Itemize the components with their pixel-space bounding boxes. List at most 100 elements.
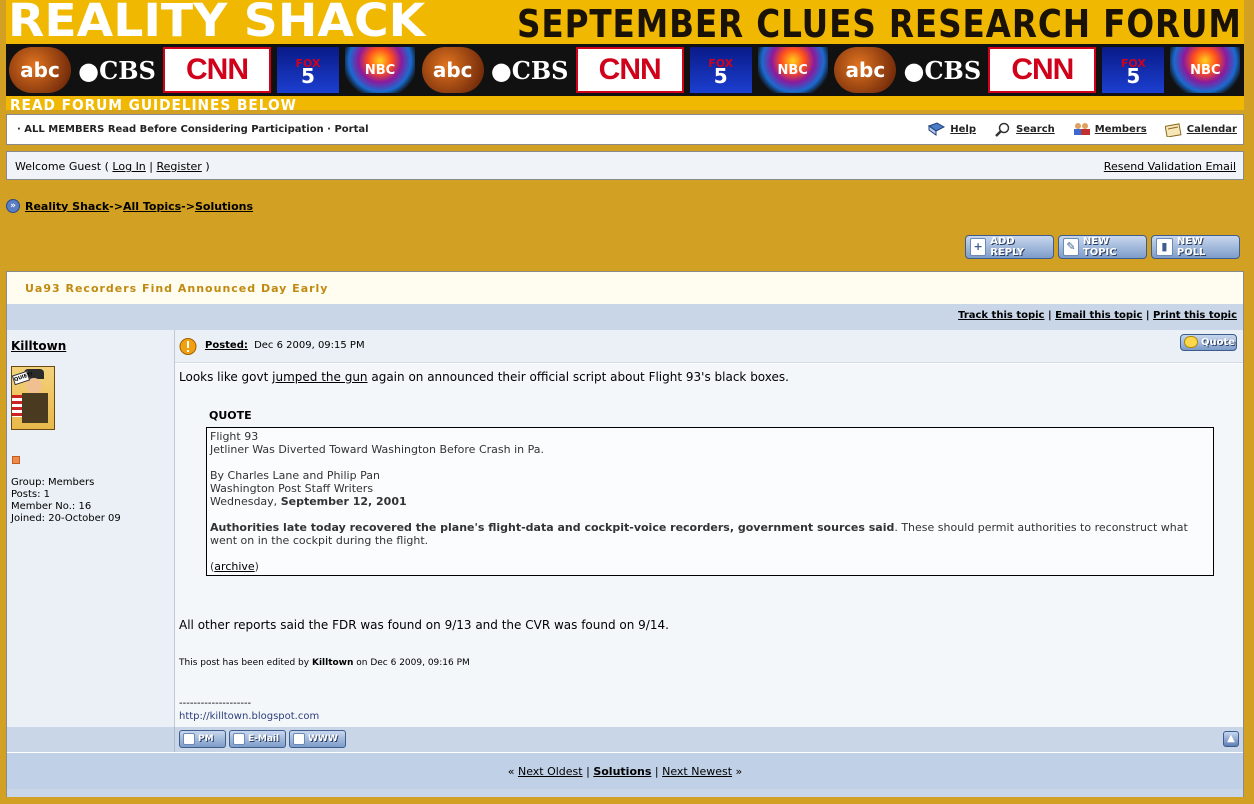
nav-separator: | [586,765,590,778]
nav-separator: | [654,765,659,778]
topic-actions: + ADD REPLY ✎ NEW TOPIC ▮ NEW POLL [961,235,1240,259]
breadcrumb-home[interactable]: Reality Shack [25,200,109,213]
breadcrumb: » Reality Shack -> All Topics -> Solutio… [6,199,253,213]
calendar-label: Calendar [1186,124,1237,135]
archive-paren: ) [254,560,259,573]
next-newest-link[interactable]: Next Newest [662,765,732,778]
forum-banner[interactable]: REALITY SHACK SEPTEMBER CLUES RESEARCH F… [6,0,1244,110]
quote-line: (archive) [210,560,1210,573]
forum-solutions-link[interactable]: Solutions [593,765,651,778]
topic-title: Ua93 Recorders Find Announced Day Early [25,282,329,295]
home-icon [293,733,305,745]
topic-table: Ua93 Recorders Find Announced Day Early … [6,271,1244,797]
network-logo-strip: abc ● CBS CNN FOX 5 NBC abc ● CBS CNN FOX 5 … [6,44,1244,96]
www-label: WWW [308,734,338,744]
search-icon [994,122,1011,137]
quote-block: Flight 93 Jetliner Was Diverted Toward W… [206,427,1214,576]
breadcrumb-all-topics[interactable]: All Topics [123,200,181,213]
post-date: Posted: Dec 6 2009, 09:15 PM [205,340,365,351]
cbs-logo: ● CBS [78,55,156,85]
print-topic-link[interactable]: Print this topic [1153,310,1237,321]
scroll-to-top-icon[interactable]: ▲ [1223,731,1239,747]
announcement-links[interactable]: · ALL MEMBERS Read Before Considering Pa… [17,124,369,135]
post-header: Posted: Dec 6 2009, 09:15 PM Quote [175,330,1243,363]
nav-left-quote: « [507,765,515,778]
add-reply-icon: + [970,238,987,256]
contact-buttons: PM E-Mail WWW [179,730,349,748]
pm-icon [183,733,195,745]
site-title: REALITY SHACK [8,0,426,47]
signature: -------------------- http://killtown.blo… [179,697,319,723]
quote-bubble-icon [1184,336,1198,348]
quote-heading: QUOTE [209,409,252,422]
www-button[interactable]: WWW [289,730,346,748]
cbs-logo: ● CBS [490,55,569,85]
jumped-the-gun-link[interactable]: jumped the gun [272,370,367,384]
user-bar: Welcome Guest ( Log In | Register ) Rese… [6,151,1244,180]
email-button[interactable]: E-Mail [229,730,286,748]
abc-logo: abc [421,47,484,93]
archive-link[interactable]: archive [214,560,254,573]
search-link[interactable]: Search [994,122,1055,137]
new-poll-button[interactable]: ▮ NEW POLL [1151,235,1240,259]
quote-date: September 12, 2001 [280,495,407,508]
author-group: Group: Members [11,477,95,488]
edit-author: Killtown [311,658,354,668]
breadcrumb-solutions[interactable]: Solutions [195,200,253,213]
new-topic-label: NEW TOPIC [1082,236,1117,258]
top-navigation: · ALL MEMBERS Read Before Considering Pa… [6,114,1244,145]
add-reply-button[interactable]: + ADD REPLY [965,235,1054,259]
login-link[interactable]: Log In [112,160,145,173]
tool-separator: | [1047,310,1052,321]
logo-group: abc ● CBS CNN FOX 5 NBC [419,44,832,96]
members-label: Members [1094,124,1147,135]
calendar-link[interactable]: Calendar [1164,122,1237,138]
signature-link[interactable]: http://killtown.blogspot.com [179,710,319,723]
nav-links: Help Search Members Calendar [910,122,1237,138]
abc-logo: abc [9,47,71,93]
help-link[interactable]: Help [928,122,976,137]
quote-bold-text: Authorities late today recovered the pla… [210,521,895,534]
author-avatar: QUIET! [11,366,55,430]
fox-news-logo: FOX 5 [277,47,339,93]
cnn-logo: CNN [575,47,684,93]
forum-title: SEPTEMBER CLUES RESEARCH FORUM [517,2,1242,46]
tool-separator: | [1145,310,1150,321]
author-details: Group: Members Posts: 1 Member No.: 16 J… [11,477,121,525]
members-link[interactable]: Members [1073,122,1147,137]
cnn-logo: CNN [988,47,1097,93]
register-link[interactable]: Register [157,160,202,173]
new-topic-button[interactable]: ✎ NEW TOPIC [1058,235,1147,259]
new-poll-icon: ▮ [1156,238,1173,256]
breadcrumb-separator: -> [109,199,123,213]
logo-group: abc ● CBS CNN FOX 5 NBC [6,44,419,96]
fox-news-logo: FOX 5 [1102,47,1165,93]
avatar-body [22,393,48,423]
new-topic-icon: ✎ [1063,238,1079,256]
email-icon [233,733,245,745]
track-topic-link[interactable]: Track this topic [958,310,1044,321]
quote-line: Wednesday, September 12, 2001 [210,495,1210,508]
search-label: Search [1016,124,1055,135]
next-oldest-link[interactable]: Next Oldest [518,765,583,778]
post-outro-text: All other reports said the FDR was found… [179,618,669,632]
cbs-logo: ● CBS [903,55,982,85]
author-name-link[interactable]: Killtown [11,339,66,353]
quote-line: By Charles Lane and Philip Pan [210,469,380,482]
guidelines-notice: READ FORUM GUIDELINES BELOW [10,96,297,110]
edit-notice: This post has been edited by Killtown on… [179,658,470,668]
signature-rule: -------------------- [179,698,252,709]
resend-validation-link[interactable]: Resend Validation Email [1104,160,1236,173]
quote-button[interactable]: Quote [1180,334,1237,351]
edit-prefix: This post has been edited by [179,658,312,668]
pm-button[interactable]: PM [179,730,226,748]
intro-text-after: again on announced their official script… [367,370,789,384]
posted-date-value: Dec 6 2009, 09:15 PM [254,340,365,351]
nbc-logo: NBC [757,47,828,93]
email-topic-link[interactable]: Email this topic [1055,310,1142,321]
author-joined: Joined: 20-October 09 [11,513,121,524]
quote-line: Washington Post Staff Writers [210,482,374,495]
report-warning-icon[interactable] [179,338,197,355]
new-poll-label: NEW POLL [1176,236,1206,258]
author-member-number: Member No.: 16 [11,501,92,512]
